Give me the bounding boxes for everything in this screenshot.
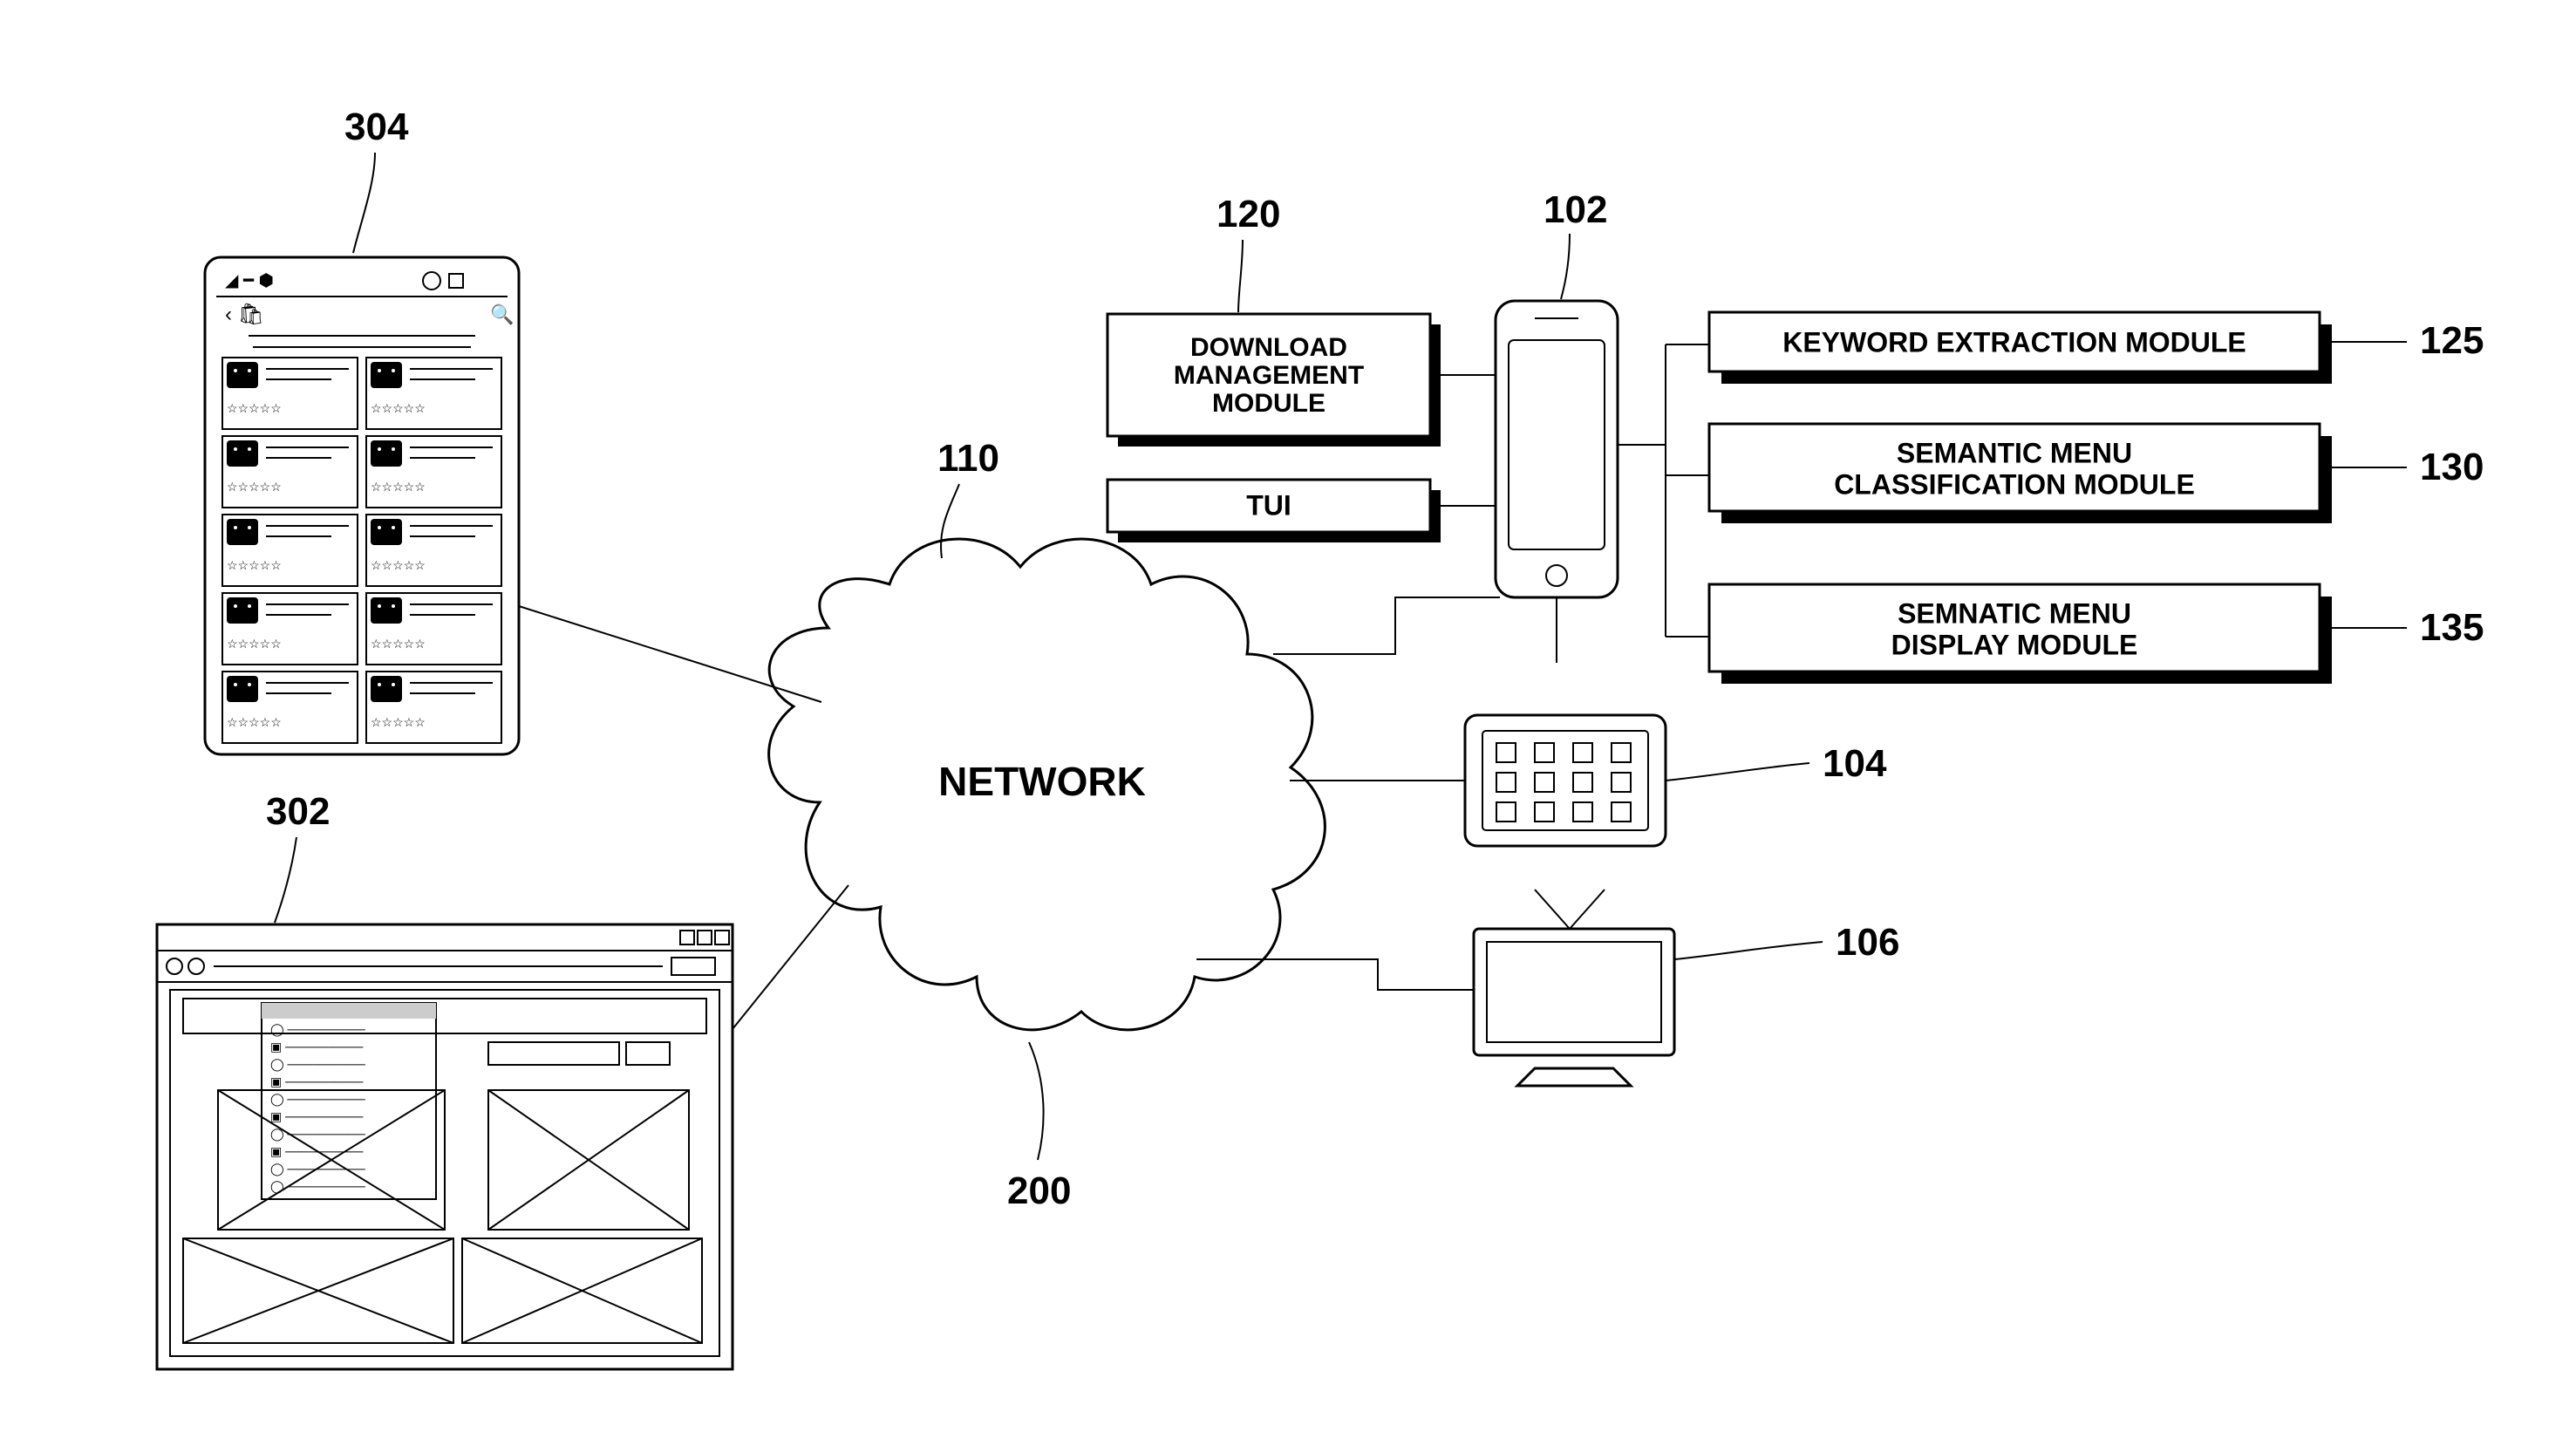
svg-text:☆☆☆☆☆: ☆☆☆☆☆ xyxy=(227,480,282,494)
svg-text:◯ ─────────: ◯ ───────── xyxy=(270,1022,365,1037)
svg-text:☆☆☆☆☆: ☆☆☆☆☆ xyxy=(227,637,282,651)
link-304-network xyxy=(519,606,821,702)
ref-120: 120 xyxy=(1216,193,1280,312)
svg-text:102: 102 xyxy=(1544,188,1607,231)
diagram-canvas: NETWORK 110 200 ◢ ━ ⬢ ‹ 🛍 🔍 xyxy=(0,0,2576,1432)
svg-text:DOWNLOAD: DOWNLOAD xyxy=(1190,333,1347,362)
svg-text:◢ ━ ⬢: ◢ ━ ⬢ xyxy=(225,271,274,290)
tui-box: TUI xyxy=(1107,480,1441,542)
svg-text:🔍: 🔍 xyxy=(490,302,514,325)
app-store-phone: ◢ ━ ⬢ ‹ 🛍 🔍 xyxy=(205,257,519,754)
svg-text:MODULE: MODULE xyxy=(1212,389,1325,418)
svg-text:▣ ─────────: ▣ ───────── xyxy=(270,1074,363,1088)
svg-text:☆☆☆☆☆: ☆☆☆☆☆ xyxy=(227,401,282,415)
svg-text:MANAGEMENT: MANAGEMENT xyxy=(1174,361,1364,390)
svg-text:☆☆☆☆☆: ☆☆☆☆☆ xyxy=(371,715,426,729)
link-network-tv xyxy=(1196,959,1474,990)
app-grid: ☆☆☆☆☆ ☆☆☆☆☆ ☆☆☆☆☆ ☆☆☆☆☆ xyxy=(222,358,501,743)
classification-box: SEMANTIC MENU CLASSIFICATION MODULE xyxy=(1709,424,2332,523)
smartphone-device xyxy=(1496,301,1618,597)
svg-text:▣ ─────────: ▣ ───────── xyxy=(270,1144,363,1158)
svg-text:302: 302 xyxy=(266,790,330,833)
svg-text:▣ ─────────: ▣ ───────── xyxy=(270,1109,363,1123)
svg-text:◯ ─────────: ◯ ───────── xyxy=(270,1127,365,1142)
phone-right-bus xyxy=(1618,344,1709,637)
svg-text:TUI: TUI xyxy=(1246,489,1291,521)
svg-text:CLASSIFICATION MODULE: CLASSIFICATION MODULE xyxy=(1834,468,2195,500)
svg-text:120: 120 xyxy=(1216,193,1280,235)
svg-text:125: 125 xyxy=(2420,319,2484,362)
svg-text:130: 130 xyxy=(2420,446,2484,488)
browser-window: ◯ ───────── ▣ ───────── ◯ ───────── ▣ ──… xyxy=(157,924,733,1369)
context-menu: ◯ ───────── ▣ ───────── ◯ ───────── ▣ ──… xyxy=(262,1003,436,1199)
tablet-device xyxy=(1465,715,1666,846)
svg-text:110: 110 xyxy=(937,437,999,480)
svg-text:☆☆☆☆☆: ☆☆☆☆☆ xyxy=(227,558,282,572)
ref-135: 135 xyxy=(2332,606,2484,649)
svg-text:◯ ─────────: ◯ ───────── xyxy=(270,1179,365,1194)
svg-text:◯ ─────────: ◯ ───────── xyxy=(270,1162,365,1176)
link-302-network xyxy=(733,885,848,1029)
ref-130: 130 xyxy=(2332,446,2484,488)
svg-text:◯ ─────────: ◯ ───────── xyxy=(270,1057,365,1072)
svg-text:106: 106 xyxy=(1836,921,1899,964)
svg-text:DISPLAY MODULE: DISPLAY MODULE xyxy=(1891,629,2138,660)
ref-102: 102 xyxy=(1544,188,1607,299)
svg-text:☆☆☆☆☆: ☆☆☆☆☆ xyxy=(371,558,426,572)
svg-text:SEMANTIC MENU: SEMANTIC MENU xyxy=(1897,437,2132,468)
ref-106: 106 xyxy=(1674,921,1899,964)
ref-125: 125 xyxy=(2332,319,2484,362)
ref-104: 104 xyxy=(1666,742,1887,785)
svg-text:☆☆☆☆☆: ☆☆☆☆☆ xyxy=(371,637,426,651)
svg-text:‹ 🛍: ‹ 🛍 xyxy=(225,303,264,326)
svg-text:KEYWORD EXTRACTION MODULE: KEYWORD EXTRACTION MODULE xyxy=(1782,326,2246,358)
svg-text:▣ ─────────: ▣ ───────── xyxy=(270,1040,363,1054)
tv-device xyxy=(1474,890,1674,1086)
svg-text:135: 135 xyxy=(2420,606,2484,649)
svg-text:☆☆☆☆☆: ☆☆☆☆☆ xyxy=(371,480,426,494)
ref-302: 302 xyxy=(266,790,330,923)
keyword-extraction-box: KEYWORD EXTRACTION MODULE xyxy=(1709,312,2332,384)
download-module-box: DOWNLOAD MANAGEMENT MODULE xyxy=(1107,314,1441,447)
svg-text:200: 200 xyxy=(1007,1169,1071,1212)
network-label: NETWORK xyxy=(938,759,1146,804)
network-cloud: NETWORK xyxy=(769,539,1325,1030)
svg-text:304: 304 xyxy=(344,106,409,148)
svg-text:SEMNATIC MENU: SEMNATIC MENU xyxy=(1898,597,2131,629)
svg-text:☆☆☆☆☆: ☆☆☆☆☆ xyxy=(371,401,426,415)
ref-200: 200 xyxy=(1007,1042,1071,1212)
svg-text:◯ ─────────: ◯ ───────── xyxy=(270,1092,365,1107)
svg-text:104: 104 xyxy=(1823,742,1887,785)
svg-text:☆☆☆☆☆: ☆☆☆☆☆ xyxy=(227,715,282,729)
display-module-box: SEMNATIC MENU DISPLAY MODULE xyxy=(1709,584,2332,684)
ref-304: 304 xyxy=(344,106,409,253)
